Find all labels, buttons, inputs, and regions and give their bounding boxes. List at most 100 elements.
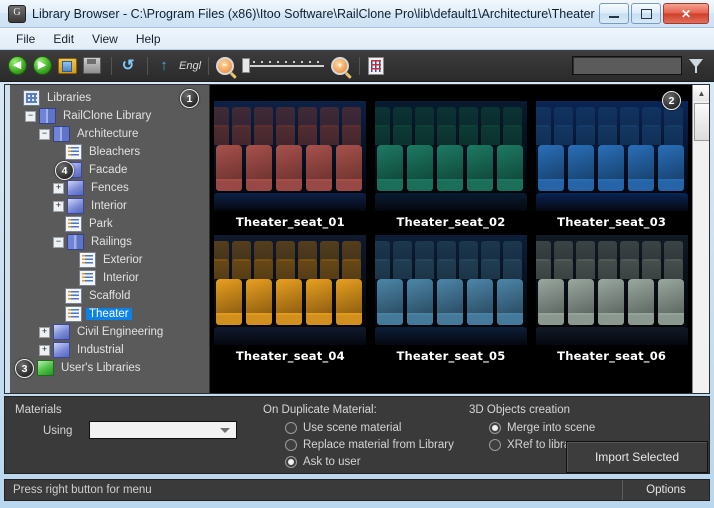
seat-shape	[216, 145, 242, 181]
slider-knob[interactable]	[242, 58, 250, 73]
thumbnail-size-slider[interactable]	[244, 58, 324, 73]
expand-icon[interactable]: +	[39, 327, 50, 338]
back-button[interactable]: ◀	[6, 55, 28, 77]
collapse-icon[interactable]: −	[53, 237, 64, 248]
tree-item-fences[interactable]: +Fences	[11, 179, 209, 197]
seat-cushion-shape	[658, 313, 684, 325]
tree-item-facade[interactable]: Facade	[11, 161, 209, 179]
seat-shape	[664, 125, 683, 145]
tree-item-park[interactable]: Park	[11, 215, 209, 233]
tree-item-civil-engineering[interactable]: +Civil Engineering	[11, 323, 209, 341]
forward-button[interactable]: ▶	[31, 55, 53, 77]
tree-item-user-s-libraries[interactable]: User's Libraries	[11, 359, 209, 377]
zoom-in-button[interactable]: +	[329, 55, 351, 77]
tree-item-interior[interactable]: Interior	[11, 269, 209, 287]
thumbnail-image	[214, 235, 366, 345]
seat-shape	[415, 107, 434, 127]
collapse-icon[interactable]: −	[39, 129, 50, 140]
thumbnail-cell[interactable]: Theater_seat_03	[536, 101, 688, 229]
seat-shape	[658, 279, 684, 315]
scrollbar-thumb[interactable]	[694, 103, 710, 141]
expand-icon[interactable]: +	[53, 201, 64, 212]
tree-item-railings[interactable]: −Railings	[11, 233, 209, 251]
books-icon	[67, 234, 84, 250]
seat-shape	[598, 145, 624, 181]
arrow-up-icon: ↑	[160, 58, 168, 73]
collapse-icon[interactable]: −	[25, 111, 36, 122]
zoom-out-button[interactable]: −	[214, 55, 236, 77]
seat-cushion-shape	[568, 313, 594, 325]
seat-shape	[536, 107, 551, 127]
tree-item-architecture[interactable]: −Architecture	[11, 125, 209, 143]
maximize-button[interactable]	[631, 3, 661, 24]
thumbnail-panel: Theater_seat_01 Theater_seat_02 Theater_se…	[210, 84, 710, 394]
tree-item-industrial[interactable]: +Industrial	[11, 341, 209, 359]
thumbnail-cell[interactable]: Theater_seat_06	[536, 235, 688, 363]
tree-item-theater[interactable]: Theater	[11, 305, 209, 323]
tree-spacer	[53, 220, 62, 229]
radio-ask-to-user[interactable]: Ask to user	[285, 456, 361, 468]
filter-icon[interactable]	[686, 56, 706, 76]
seat-shape	[393, 107, 412, 127]
scroll-up-arrow-icon[interactable]: ▲	[693, 85, 710, 101]
seat-cushion-shape	[377, 313, 403, 325]
seat-shape	[481, 241, 500, 261]
minus-glyph: −	[218, 59, 232, 73]
menu-file[interactable]: File	[7, 30, 44, 48]
close-button[interactable]: ✕	[663, 3, 709, 24]
radio-merge-into-scene[interactable]: Merge into scene	[489, 422, 595, 434]
menu-help[interactable]: Help	[127, 30, 170, 48]
save-button[interactable]	[81, 55, 103, 77]
seat-cushion-shape	[407, 313, 433, 325]
material-select[interactable]	[89, 421, 237, 439]
tree-item-bleachers[interactable]: Bleachers	[11, 143, 209, 161]
thumbnail-scrollbar[interactable]: ▲ ▼	[692, 85, 709, 393]
seat-shape	[232, 107, 251, 127]
refresh-button[interactable]: ↺	[117, 55, 139, 77]
minimize-button[interactable]	[599, 3, 629, 24]
tree-item-exterior[interactable]: Exterior	[11, 251, 209, 269]
thumbnail-cell[interactable]: Theater_seat_04	[214, 235, 366, 363]
radio-use-scene-material[interactable]: Use scene material	[285, 422, 401, 434]
seat-cushion-shape	[336, 179, 362, 191]
seat-shape	[214, 241, 229, 261]
seat-shape	[503, 259, 522, 279]
menu-edit[interactable]: Edit	[44, 30, 83, 48]
grid-view-button[interactable]	[365, 55, 387, 77]
radio-replace-material[interactable]: Replace material from Library	[285, 439, 454, 451]
seat-shape	[298, 259, 317, 279]
books-icon	[53, 126, 70, 142]
import-selected-button[interactable]: Import Selected	[566, 441, 708, 473]
arrow-right-icon: ▶	[33, 56, 52, 75]
thumbnail-cell[interactable]: Theater_seat_05	[375, 235, 527, 363]
seat-shape	[554, 125, 573, 145]
thumbnail-cell[interactable]: Theater_seat_01	[214, 101, 366, 229]
open-folder-button[interactable]	[56, 55, 78, 77]
tree-item-label: Park	[86, 218, 116, 230]
seat-shape	[320, 259, 339, 279]
slider-track[interactable]	[250, 65, 324, 67]
sq-icon	[67, 180, 84, 196]
refresh-icon: ↺	[122, 58, 135, 73]
search-input[interactable]	[572, 56, 682, 75]
thumbnail-image	[214, 101, 366, 211]
tree-item-label: Exterior	[100, 254, 146, 266]
language-label[interactable]: Engl	[179, 60, 201, 72]
tree-item-scaffold[interactable]: Scaffold	[11, 287, 209, 305]
menu-view[interactable]: View	[83, 30, 127, 48]
up-level-button[interactable]: ↑	[153, 55, 175, 77]
expand-icon[interactable]: +	[39, 345, 50, 356]
seat-shape	[467, 279, 493, 315]
tree-item-interior[interactable]: +Interior	[11, 197, 209, 215]
thumbnail-caption: Theater_seat_02	[375, 211, 527, 229]
seat-shape	[342, 259, 361, 279]
thumbnail-caption: Theater_seat_05	[375, 345, 527, 363]
seat-cushion-shape	[598, 179, 624, 191]
tree-item-railclone-library[interactable]: −RailClone Library	[11, 107, 209, 125]
options-button[interactable]: Options	[623, 484, 709, 496]
expand-icon[interactable]: +	[53, 183, 64, 194]
tree-spacer	[11, 94, 20, 103]
thumbnail-cell[interactable]: Theater_seat_02	[375, 101, 527, 229]
seat-shape	[536, 259, 551, 279]
seat-shape	[342, 107, 361, 127]
